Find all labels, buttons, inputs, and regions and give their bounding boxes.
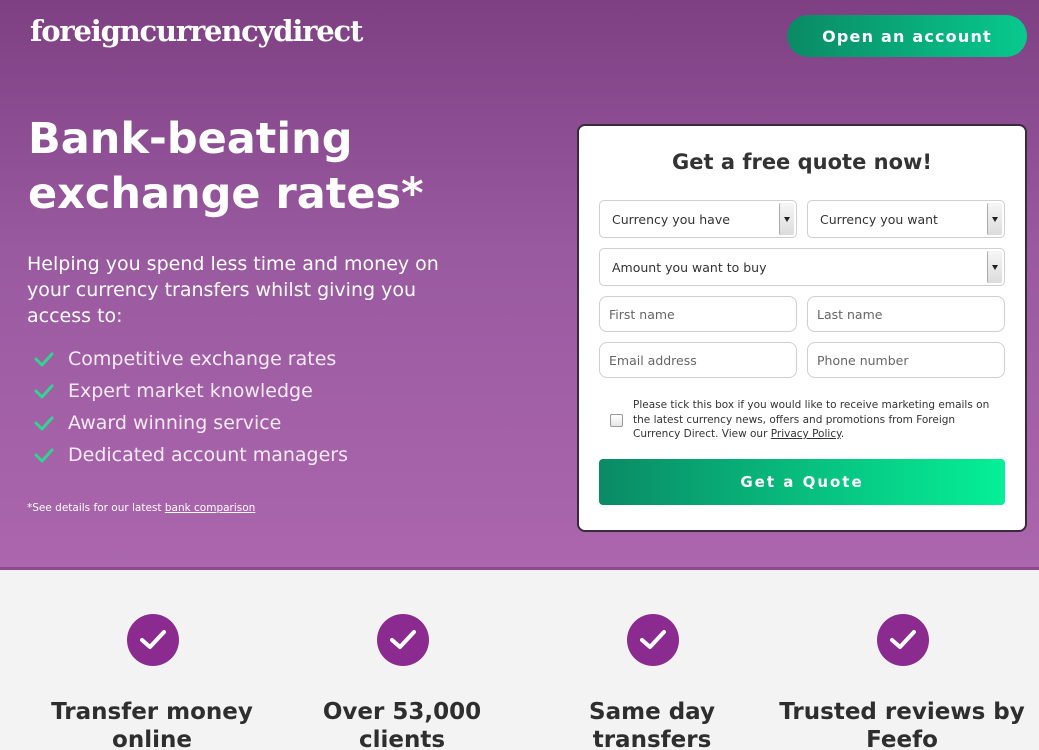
benefit-label: Competitive exchange rates: [68, 348, 337, 370]
chevron-down-icon[interactable]: [987, 251, 1002, 283]
logo[interactable]: foreigncurrencydirect: [30, 14, 363, 48]
feature-title: Trusted reviews by Feefo: [779, 699, 1025, 750]
quote-form: Get a free quote now! Currency you have …: [577, 124, 1027, 532]
currency-have-select[interactable]: Currency you have: [599, 200, 797, 238]
check-icon: [34, 384, 54, 399]
feature-title: Transfer money online: [51, 699, 253, 750]
benefit-item: Expert market knowledge: [34, 375, 348, 407]
quote-form-title: Get a free quote now!: [672, 150, 932, 174]
first-name-field[interactable]: [599, 296, 797, 332]
amount-select[interactable]: Amount you want to buy: [599, 248, 1005, 286]
currency-want-select[interactable]: Currency you want: [807, 200, 1005, 238]
check-icon: [34, 352, 54, 367]
consent-text: Please tick this box if you would like t…: [633, 398, 1005, 442]
check-icon: [34, 416, 54, 431]
chevron-down-icon[interactable]: [779, 203, 794, 235]
phone-field[interactable]: [807, 342, 1005, 378]
marketing-consent-checkbox[interactable]: [610, 414, 623, 427]
checkmark-badge-icon: [877, 614, 929, 666]
checkmark-badge-icon: [127, 614, 179, 666]
currency-want-value: Currency you want: [820, 211, 938, 227]
last-name-field[interactable]: [807, 296, 1005, 332]
get-quote-button[interactable]: Get a Quote: [599, 459, 1005, 505]
hero-headline: Bank-beating exchange rates*: [28, 114, 424, 219]
benefit-label: Dedicated account managers: [68, 444, 349, 466]
features-section: Transfer money online Over 53,000 client…: [0, 567, 1039, 750]
privacy-policy-link[interactable]: Privacy Policy: [771, 428, 841, 440]
chevron-down-icon[interactable]: [987, 203, 1002, 235]
currency-have-value: Currency you have: [612, 211, 730, 227]
bank-comparison-link[interactable]: bank comparison: [165, 502, 255, 514]
email-field[interactable]: [599, 342, 797, 378]
check-icon: [34, 448, 54, 463]
consent-suffix: .: [840, 428, 845, 440]
feature-title: Same day transfers: [589, 699, 715, 750]
benefit-label: Expert market knowledge: [68, 380, 313, 402]
checkmark-badge-icon: [627, 614, 679, 666]
benefit-item: Dedicated account managers: [34, 439, 348, 471]
benefit-item: Competitive exchange rates: [34, 343, 348, 375]
checkmark-badge-icon: [377, 614, 429, 666]
benefit-item: Award winning service: [34, 407, 348, 439]
benefit-label: Award winning service: [68, 412, 282, 434]
feature-title: Over 53,000 clients: [322, 699, 482, 750]
amount-value: Amount you want to buy: [612, 259, 767, 275]
hero-subtext: Helping you spend less time and money on…: [27, 253, 439, 327]
benefits-list: Competitive exchange rates Expert market…: [34, 343, 348, 471]
footnote-text: *See details for our latest: [27, 502, 165, 514]
footnote: *See details for our latest bank compari…: [27, 502, 255, 514]
open-account-button[interactable]: Open an account: [787, 15, 1027, 57]
hero-section: foreigncurrencydirect Open an account Ba…: [0, 0, 1039, 567]
